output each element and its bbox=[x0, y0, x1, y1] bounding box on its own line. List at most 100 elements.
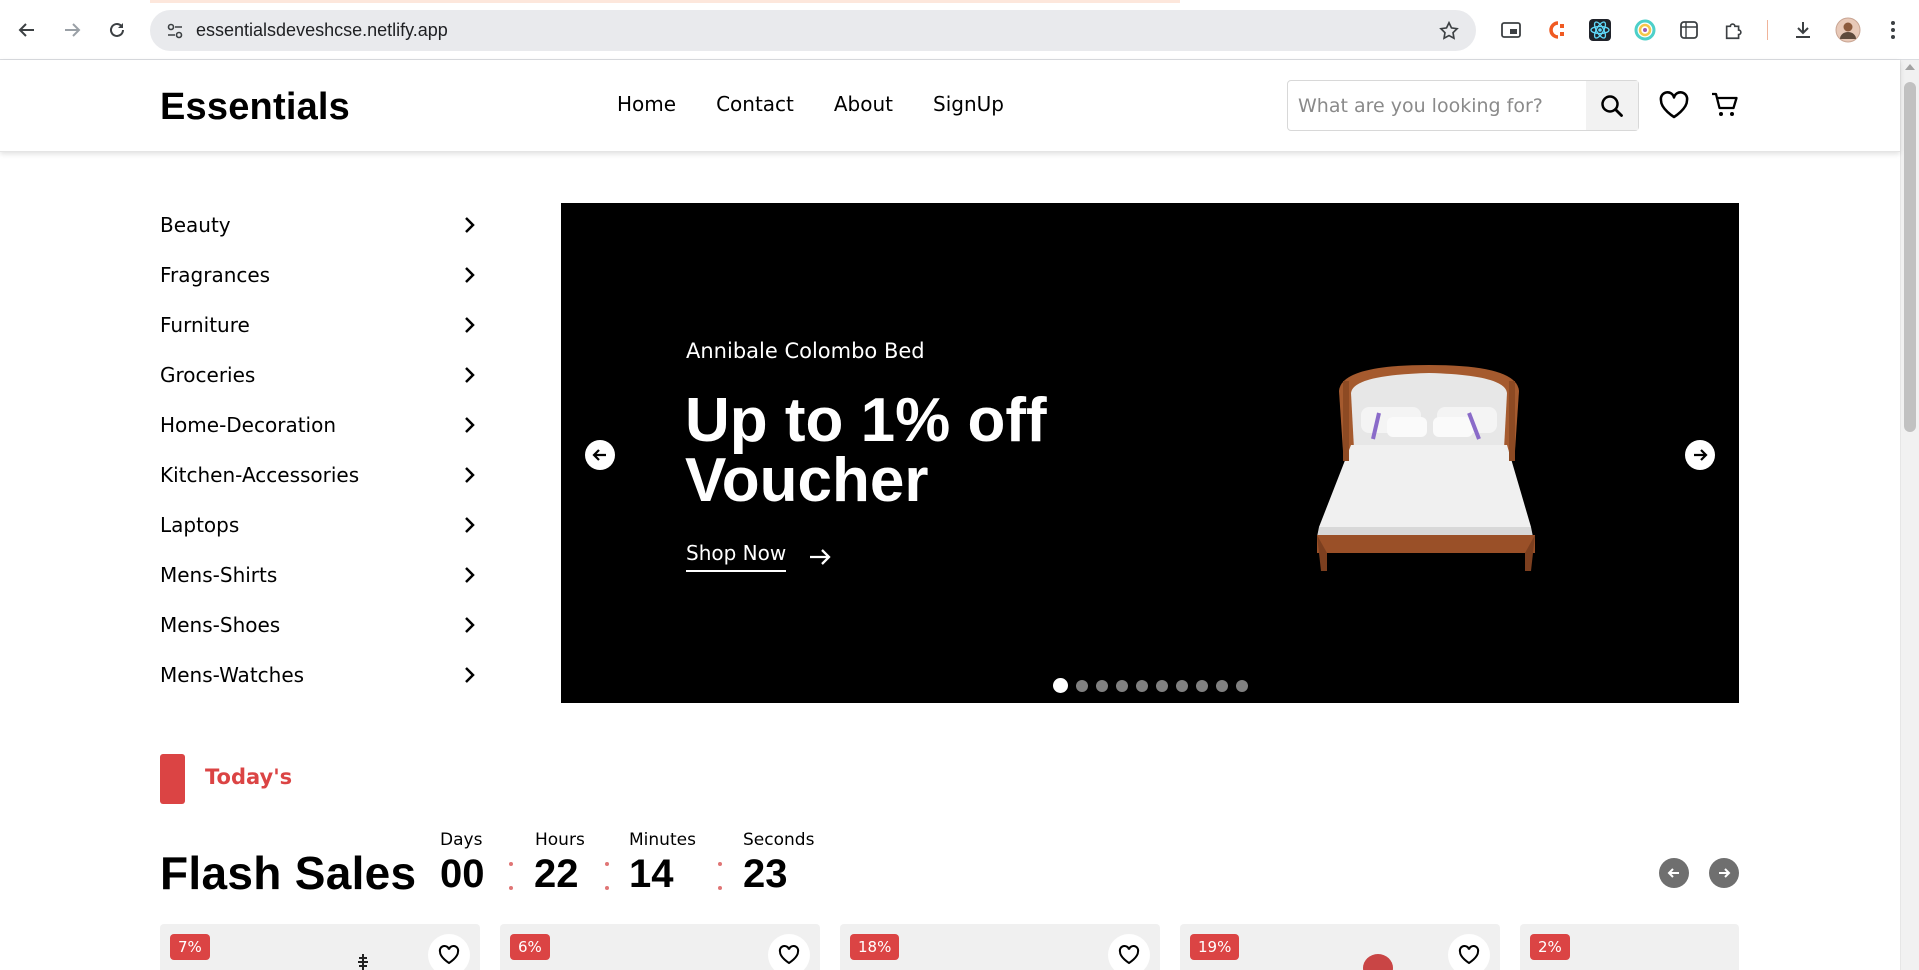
profile-avatar-icon[interactable] bbox=[1833, 15, 1863, 45]
carousel-dot[interactable] bbox=[1196, 679, 1208, 692]
bookmark-star-icon[interactable] bbox=[1436, 18, 1462, 44]
product-image bbox=[358, 954, 368, 970]
countdown-seconds-value: 23 bbox=[743, 852, 788, 896]
product-card[interactable]: 7% bbox=[160, 924, 480, 970]
chevron-right-icon bbox=[458, 463, 482, 487]
nav-link-home[interactable]: Home bbox=[617, 92, 676, 116]
carousel-next-arrow-icon[interactable] bbox=[1685, 440, 1715, 470]
category-item-furniture[interactable]: Furniture bbox=[160, 300, 480, 350]
cart-icon[interactable] bbox=[1705, 85, 1745, 125]
bed-product-image bbox=[1317, 365, 1535, 571]
product-card[interactable]: 2% bbox=[1520, 924, 1739, 970]
product-card[interactable]: 19% bbox=[1180, 924, 1500, 970]
carousel-dot[interactable] bbox=[1053, 678, 1068, 693]
category-item-beauty[interactable]: Beauty bbox=[160, 200, 480, 250]
scrollbar-thumb[interactable] bbox=[1904, 82, 1916, 432]
react-devtools-icon[interactable] bbox=[1585, 15, 1615, 45]
category-item-mens-shoes[interactable]: Mens-Shoes bbox=[160, 600, 480, 650]
downloads-icon[interactable] bbox=[1788, 15, 1818, 45]
site-header: Essentials Home Contact About SignUp bbox=[0, 60, 1900, 152]
category-label: Kitchen-Accessories bbox=[160, 463, 360, 487]
extensions-puzzle-icon[interactable] bbox=[1719, 15, 1749, 45]
product-card[interactable]: 6% bbox=[500, 924, 820, 970]
nav-link-signup[interactable]: SignUp bbox=[933, 92, 1004, 116]
forward-arrow-icon[interactable] bbox=[54, 12, 90, 48]
site-info-icon[interactable] bbox=[160, 16, 190, 46]
carousel-dot[interactable] bbox=[1116, 679, 1128, 692]
chevron-right-icon bbox=[458, 413, 482, 437]
arrow-right-icon bbox=[810, 548, 831, 565]
discount-badge: 6% bbox=[510, 934, 550, 960]
carousel-dot[interactable] bbox=[1216, 679, 1228, 692]
category-label: Fragrances bbox=[160, 263, 271, 287]
countdown-hours-label: Hours bbox=[535, 830, 585, 850]
wishlist-heart-icon[interactable] bbox=[768, 934, 810, 970]
chevron-right-icon bbox=[458, 563, 482, 587]
flash-sales-prev-arrow-icon[interactable] bbox=[1659, 858, 1689, 888]
wishlist-heart-icon[interactable] bbox=[1654, 85, 1694, 125]
product-card[interactable]: 18% bbox=[840, 924, 1160, 970]
carousel-dot[interactable] bbox=[1136, 679, 1148, 692]
wishlist-heart-icon[interactable] bbox=[1108, 934, 1150, 970]
category-label: Beauty bbox=[160, 213, 231, 237]
wishlist-heart-icon[interactable] bbox=[1448, 934, 1490, 970]
back-arrow-icon[interactable] bbox=[9, 12, 45, 48]
category-item-kitchen-accessories[interactable]: Kitchen-Accessories bbox=[160, 450, 480, 500]
shop-now-link[interactable]: Shop Now bbox=[686, 541, 832, 572]
main-nav: Home Contact About SignUp bbox=[617, 92, 1004, 116]
wishlist-heart-icon[interactable] bbox=[428, 934, 470, 970]
reload-icon[interactable] bbox=[99, 12, 135, 48]
category-label: Mens-Watches bbox=[160, 663, 305, 687]
carousel-dots bbox=[1053, 678, 1248, 693]
carousel-dot[interactable] bbox=[1176, 679, 1188, 692]
carousel-prev-arrow-icon[interactable] bbox=[585, 440, 615, 470]
category-label: Mens-Shoes bbox=[160, 613, 281, 637]
countdown-separator bbox=[509, 862, 513, 892]
site-logo[interactable]: Essentials bbox=[160, 86, 350, 129]
flash-sales-title: Flash Sales bbox=[160, 847, 417, 899]
search-button[interactable] bbox=[1586, 81, 1638, 130]
category-item-home-decoration[interactable]: Home-Decoration bbox=[160, 400, 480, 450]
carousel-dot[interactable] bbox=[1076, 679, 1088, 692]
category-item-mens-watches[interactable]: Mens-Watches bbox=[160, 650, 480, 700]
category-label: Groceries bbox=[160, 363, 256, 387]
hero-headline: Up to 1% off Voucher bbox=[685, 386, 1047, 515]
category-item-fragrances[interactable]: Fragrances bbox=[160, 250, 480, 300]
codegeex-extension-icon[interactable] bbox=[1540, 15, 1570, 45]
browser-toolbar: essentialsdeveshcse.netlify.app bbox=[0, 0, 1919, 60]
flash-sales-next-arrow-icon[interactable] bbox=[1709, 858, 1739, 888]
chevron-right-icon bbox=[458, 313, 482, 337]
category-label: Home-Decoration bbox=[160, 413, 337, 437]
carousel-dot[interactable] bbox=[1096, 679, 1108, 692]
chevron-right-icon bbox=[458, 213, 482, 237]
chevron-right-icon bbox=[458, 263, 482, 287]
url-text[interactable]: essentialsdeveshcse.netlify.app bbox=[196, 20, 448, 41]
picture-in-picture-icon[interactable] bbox=[1496, 15, 1526, 45]
chevron-right-icon bbox=[458, 513, 482, 537]
carousel-dot[interactable] bbox=[1236, 679, 1248, 692]
countdown-minutes-value: 14 bbox=[629, 852, 674, 896]
carousel-dot[interactable] bbox=[1156, 679, 1168, 692]
discount-badge: 7% bbox=[170, 934, 210, 960]
chevron-right-icon bbox=[458, 613, 482, 637]
search-input[interactable] bbox=[1298, 93, 1568, 119]
color-picker-extension-icon[interactable] bbox=[1630, 15, 1660, 45]
browser-menu-icon[interactable] bbox=[1878, 15, 1908, 45]
page-scrollbar[interactable] bbox=[1900, 60, 1919, 970]
scroll-up-arrow-icon[interactable] bbox=[1905, 64, 1915, 70]
shop-now-label: Shop Now bbox=[686, 541, 787, 572]
discount-badge: 18% bbox=[850, 934, 900, 960]
tab-manager-icon[interactable] bbox=[1674, 15, 1704, 45]
todays-label: Today's bbox=[205, 765, 293, 789]
category-item-mens-shirts[interactable]: Mens-Shirts bbox=[160, 550, 480, 600]
discount-badge: 19% bbox=[1190, 934, 1240, 960]
category-item-laptops[interactable]: Laptops bbox=[160, 500, 480, 550]
nav-link-about[interactable]: About bbox=[834, 92, 893, 116]
countdown-days-label: Days bbox=[440, 830, 483, 850]
address-bar[interactable]: essentialsdeveshcse.netlify.app bbox=[150, 10, 1476, 51]
nav-link-contact[interactable]: Contact bbox=[716, 92, 794, 116]
category-label: Furniture bbox=[160, 313, 250, 337]
toolbar-separator bbox=[1767, 20, 1768, 40]
category-item-groceries[interactable]: Groceries bbox=[160, 350, 480, 400]
countdown-separator bbox=[605, 862, 609, 892]
